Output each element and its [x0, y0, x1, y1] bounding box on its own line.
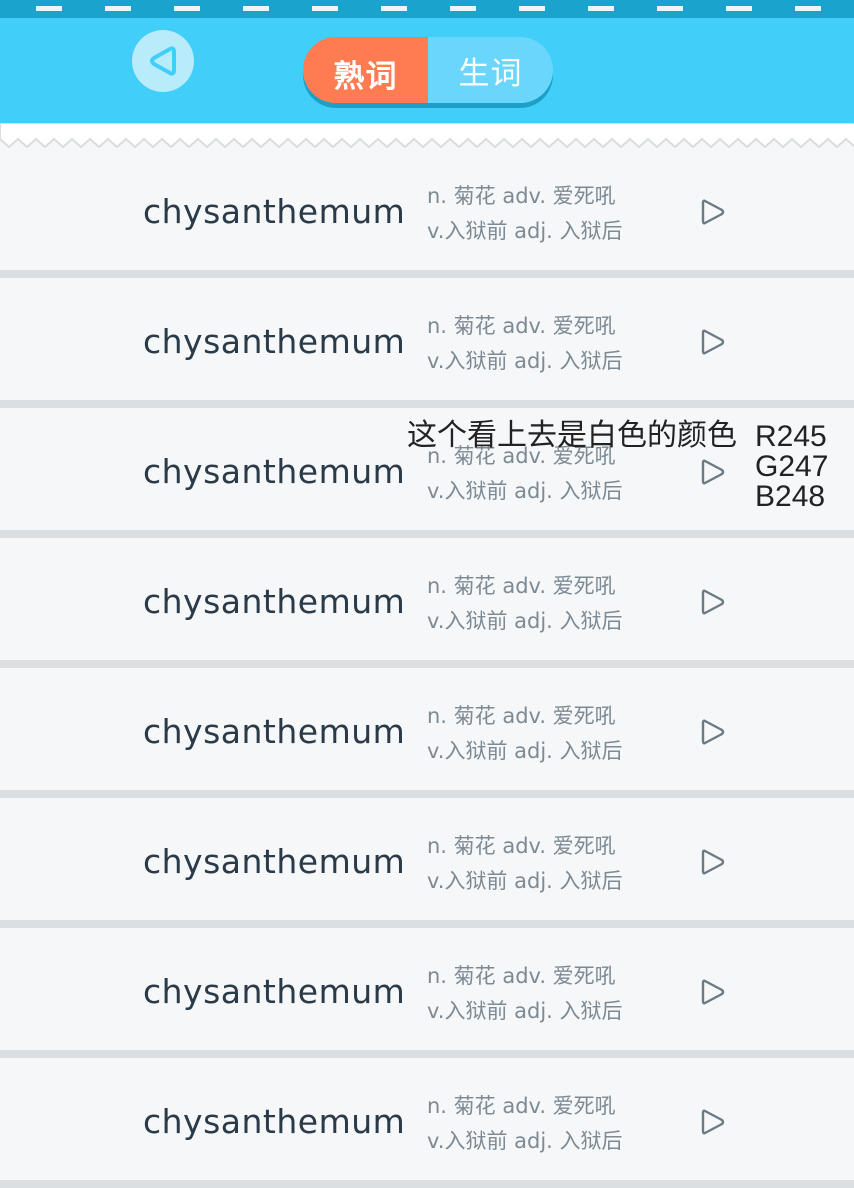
list-item[interactable]: chysanthemum n. 菊花 adv. 爱死吼 v.入狱前 adj. 入狱后 — [0, 928, 854, 1058]
word-text: chysanthemum — [143, 712, 406, 751]
definition-line-2: v.入狱前 adj. 入狱后 — [427, 869, 623, 893]
definition-line-1: n. 菊花 adv. 爱死吼 — [427, 574, 616, 598]
definition-line-2: v.入狱前 adj. 入狱后 — [427, 349, 623, 373]
definition-line-2: v.入狱前 adj. 入狱后 — [427, 999, 623, 1023]
definition-line-1: n. 菊花 adv. 爱死吼 — [427, 834, 616, 858]
word-text: chysanthemum — [143, 972, 406, 1011]
play-icon[interactable] — [699, 847, 727, 877]
header-bar: 熟词 生词 — [0, 18, 854, 123]
list-item[interactable]: chysanthemum n. 菊花 adv. 爱死吼 v.入狱前 adj. 入狱后 — [0, 798, 854, 928]
list-item[interactable]: chysanthemum n. 菊花 adv. 爱死吼 v.入狱前 adj. 入狱后 — [0, 538, 854, 668]
word-type-toggle: 熟词 生词 — [303, 37, 553, 103]
annotation-g: G247 — [755, 450, 829, 483]
annotation-r: R245 — [755, 420, 827, 453]
play-icon[interactable] — [699, 1107, 727, 1137]
tab-known-words[interactable]: 熟词 — [303, 37, 428, 103]
play-icon[interactable] — [699, 977, 727, 1007]
list-item[interactable]: chysanthemum n. 菊花 adv. 爱死吼 v.入狱前 adj. 入狱后 — [0, 278, 854, 408]
word-text: chysanthemum — [143, 322, 406, 361]
definition-line-2: v.入狱前 adj. 入狱后 — [427, 609, 623, 633]
play-icon[interactable] — [699, 717, 727, 747]
top-dashed-strip — [0, 0, 854, 18]
list-item[interactable]: chysanthemum n. 菊花 adv. 爱死吼 v.入狱前 adj. 入狱后 — [0, 1058, 854, 1188]
tab-new-words[interactable]: 生词 — [428, 37, 553, 103]
word-text: chysanthemum — [143, 452, 406, 491]
annotation-rgb: R245 G247 B248 — [755, 422, 828, 512]
definition-line-1: n. 菊花 adv. 爱死吼 — [427, 1094, 616, 1118]
definition-line-2: v.入狱前 adj. 入狱后 — [427, 1129, 623, 1153]
list-item[interactable]: chysanthemum n. 菊花 adv. 爱死吼 v.入狱前 adj. 入狱后 — [0, 668, 854, 798]
annotation-b: B248 — [755, 480, 826, 513]
play-icon[interactable] — [699, 327, 727, 357]
list-item[interactable]: chysanthemum n. 菊花 adv. 爱死吼 v.入狱前 adj. 入狱后 — [0, 148, 854, 278]
word-text: chysanthemum — [143, 842, 406, 881]
definition-line-1: n. 菊花 adv. 爱死吼 — [427, 964, 616, 988]
play-icon[interactable] — [699, 587, 727, 617]
definition-line-1: n. 菊花 adv. 爱死吼 — [427, 314, 616, 338]
word-text: chysanthemum — [143, 582, 406, 621]
definition-line-2: v.入狱前 adj. 入狱后 — [427, 219, 623, 243]
word-text: chysanthemum — [143, 192, 406, 231]
annotation-text: 这个看上去是白色的颜色 — [407, 418, 737, 453]
definition-line-2: v.入狱前 adj. 入狱后 — [427, 479, 623, 503]
back-button[interactable] — [132, 30, 194, 92]
back-arrow-icon — [146, 44, 180, 78]
definition-line-2: v.入狱前 adj. 入狱后 — [427, 739, 623, 763]
play-icon[interactable] — [699, 197, 727, 227]
play-icon[interactable] — [699, 457, 727, 487]
word-text: chysanthemum — [143, 1102, 406, 1141]
definition-line-1: n. 菊花 adv. 爱死吼 — [427, 704, 616, 728]
definition-line-1: n. 菊花 adv. 爱死吼 — [427, 184, 616, 208]
